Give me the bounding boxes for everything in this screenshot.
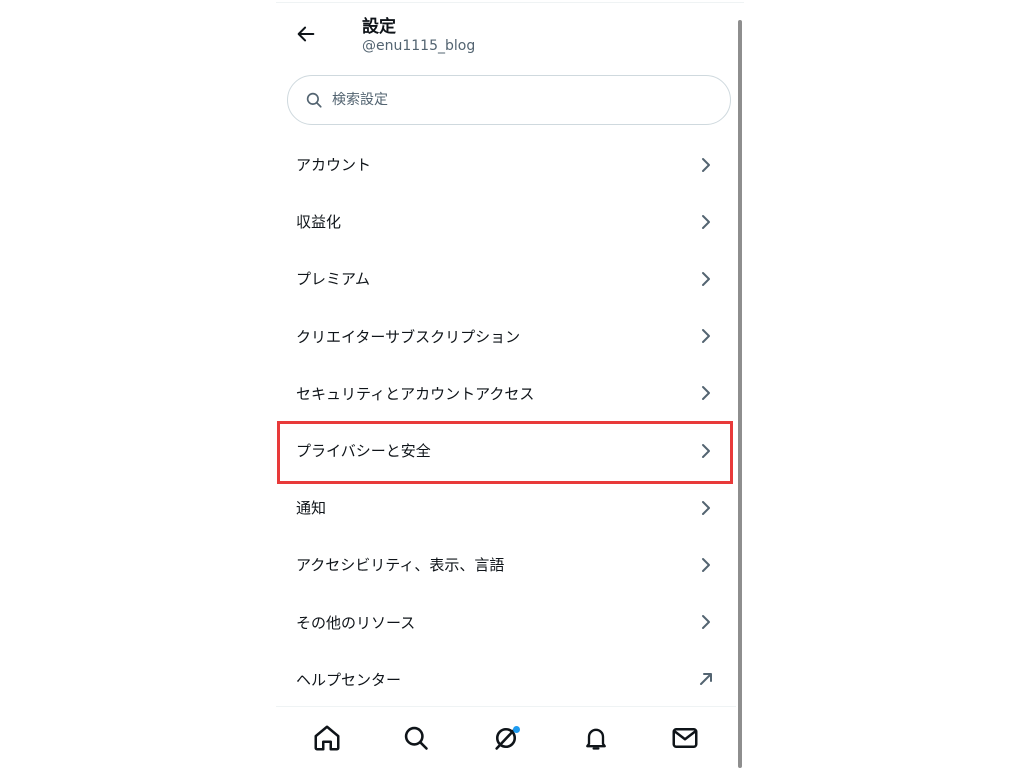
menu-item-label: アカウント [296,156,372,175]
nav-search[interactable] [396,718,436,758]
chevron-right-icon [698,500,714,516]
menu-item-help-center[interactable]: ヘルプセンター [276,651,736,708]
menu-item-label: アクセシビリティ、表示、言語 [296,556,505,575]
back-button[interactable] [292,20,320,48]
back-arrow-icon [297,26,315,42]
scrollbar[interactable] [738,20,742,768]
nav-notifications[interactable] [576,718,616,758]
menu-item-notifications[interactable]: 通知 [276,479,736,536]
home-icon [314,725,340,750]
menu-item-label: セキュリティとアカウントアクセス [296,384,535,403]
notification-dot [512,725,520,733]
settings-screen: 設定 @enu1115_blog アカウント 収益化 プレミアム [276,0,744,768]
account-handle: @enu1115_blog [362,38,476,54]
page-title: 設定 [362,17,396,37]
menu-item-label: ヘルプセンター [296,670,402,689]
nav-messages[interactable] [665,718,705,758]
chevron-right-icon [698,443,714,459]
menu-item-label: クリエイターサブスクリプション [296,327,521,346]
search-input[interactable] [330,91,714,109]
menu-item-label: プレミアム [296,270,370,289]
mail-icon [672,727,698,748]
bottom-nav [276,706,736,768]
chevron-right-icon [698,557,714,573]
header: 設定 @enu1115_blog [276,0,744,64]
search-bar[interactable] [287,75,731,125]
chevron-right-icon [698,157,714,173]
chevron-right-icon [698,614,714,630]
menu-item-account[interactable]: アカウント [276,136,736,193]
menu-item-label: 通知 [296,499,327,518]
menu-item-privacy-safety[interactable]: プライバシーと安全 [276,422,736,479]
chevron-right-icon [698,214,714,230]
external-link-arrow-icon [698,671,714,687]
menu-item-monetization[interactable]: 収益化 [276,193,736,250]
chevron-right-icon [698,271,714,287]
chevron-right-icon [698,385,714,401]
menu-item-label: その他のリソース [296,613,416,632]
menu-item-creator-subscriptions[interactable]: クリエイターサブスクリプション [276,308,736,365]
chevron-right-icon [698,328,714,344]
search-icon [304,90,324,110]
menu-item-other-resources[interactable]: その他のリソース [276,594,736,651]
nav-home[interactable] [307,718,347,758]
menu-item-label: 収益化 [296,213,342,232]
bell-icon [585,728,606,750]
search-icon [405,726,429,750]
menu-item-accessibility[interactable]: アクセシビリティ、表示、言語 [276,536,736,593]
menu-item-premium[interactable]: プレミアム [276,250,736,307]
menu-item-security[interactable]: セキュリティとアカウントアクセス [276,365,736,422]
menu-item-label: プライバシーと安全 [296,442,431,461]
settings-menu: アカウント 収益化 プレミアム クリエイターサブスクリプション セキュリティとア… [276,136,736,708]
nav-grok[interactable] [486,718,526,758]
